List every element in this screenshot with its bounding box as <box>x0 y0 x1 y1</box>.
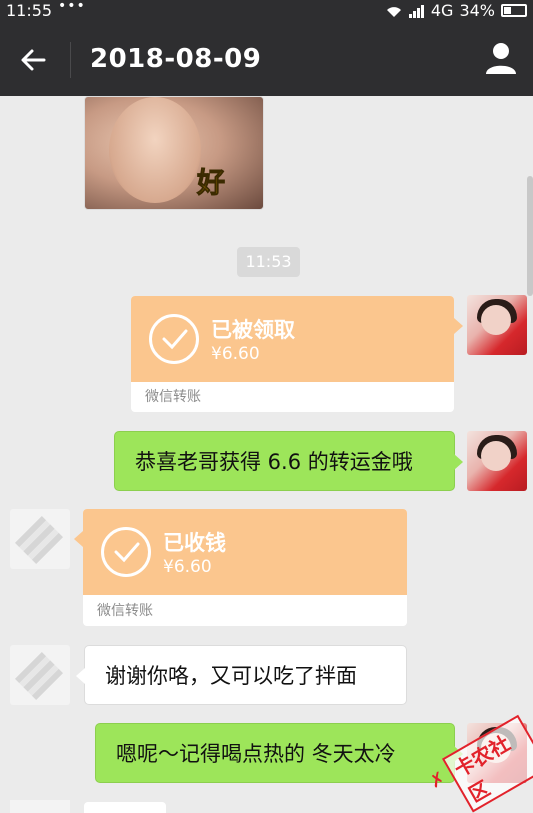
bubble-tail <box>74 531 83 547</box>
transfer-amount: ¥6.60 <box>163 557 212 577</box>
transfer-header: 已被领取 ¥6.60 <box>131 296 454 382</box>
scrollbar[interactable] <box>527 176 533 296</box>
message-timestamp: 11:53 <box>237 247 300 277</box>
status-bar: 11:55 ••• 4G 34% <box>0 0 533 22</box>
message-bubble-sent[interactable]: 恭喜老哥获得 6.6 的转运金哦 <box>114 431 463 491</box>
message-text: 嗯呢～记得喝点热的 冬天太冷 <box>116 742 396 766</box>
transfer-status: 已被领取 <box>211 318 295 342</box>
watermark-icon: ✗ <box>425 767 450 794</box>
transfer-label: 微信转账 <box>97 603 153 619</box>
chat-info-button[interactable] <box>481 38 521 78</box>
sticker-message[interactable]: 好 <box>84 96 264 210</box>
chat-title: 2018-08-09 <box>90 44 262 74</box>
message-text: 恭喜老哥获得 6.6 的转运金哦 <box>135 450 413 474</box>
transfer-card-sent[interactable]: 已被领取 ¥6.60 微信转账 <box>131 296 454 412</box>
battery-icon <box>501 4 527 17</box>
network-type: 4G <box>430 1 454 20</box>
battery-percent: 34% <box>459 1 495 20</box>
avatar-contact[interactable] <box>10 800 70 813</box>
message-bubble-sent[interactable]: 嗯呢～记得喝点热的 冬天太冷 <box>95 723 463 783</box>
message-text: 谢谢你咯，又可以吃了拌面 <box>105 664 357 688</box>
transfer-header: 已收钱 ¥6.60 <box>83 509 407 595</box>
status-time: 11:55 <box>6 1 53 20</box>
watermark-logo: ✗ 卡农社区 <box>413 697 533 813</box>
message-bubble-received[interactable] <box>84 802 166 813</box>
transfer-card-received[interactable]: 已收钱 ¥6.60 微信转账 <box>83 509 407 626</box>
avatar-me[interactable] <box>467 431 527 491</box>
chat-header: 2018-08-09 <box>0 22 533 96</box>
check-icon <box>101 527 151 577</box>
sticker-image <box>109 97 201 203</box>
signal-icon <box>408 4 424 18</box>
wifi-icon <box>386 6 401 17</box>
notification-dots: ••• <box>58 0 86 14</box>
transfer-label: 微信转账 <box>145 389 201 405</box>
bubble-tail <box>454 318 463 334</box>
avatar-contact[interactable] <box>10 645 70 705</box>
watermark-text: 卡农社区 <box>441 714 533 813</box>
back-button[interactable] <box>14 40 54 80</box>
transfer-status: 已收钱 <box>163 531 226 555</box>
avatar-contact[interactable] <box>10 509 70 569</box>
header-divider <box>70 42 71 78</box>
transfer-amount: ¥6.60 <box>211 344 260 364</box>
status-indicators: 4G 34% <box>385 1 527 20</box>
check-icon <box>149 314 199 364</box>
sticker-caption: 好 <box>196 166 226 200</box>
message-bubble-received[interactable]: 谢谢你咯，又可以吃了拌面 <box>76 645 407 705</box>
back-arrow-icon <box>21 49 46 71</box>
person-icon <box>486 43 516 74</box>
avatar-me[interactable] <box>467 295 527 355</box>
